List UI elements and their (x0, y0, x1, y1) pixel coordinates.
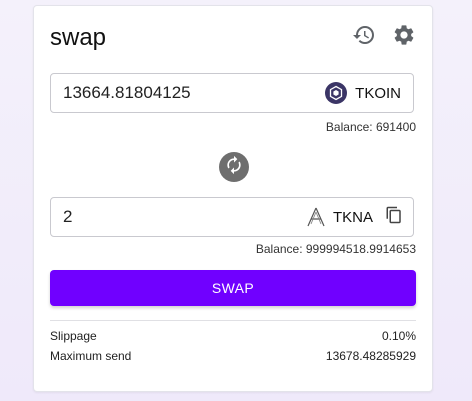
copy-button[interactable] (385, 206, 403, 229)
divider (50, 320, 416, 321)
history-button[interactable] (352, 25, 376, 49)
copy-icon (385, 206, 403, 229)
swap-button[interactable]: SWAP (50, 270, 416, 306)
swap-card: swap TKOIN Balance: 69 (33, 5, 433, 392)
history-icon (352, 23, 376, 52)
to-balance: Balance: 999994518.9914653 (255, 242, 416, 256)
maximum-send-value: 13678.48285929 (325, 349, 416, 363)
gear-icon (392, 23, 416, 52)
tkna-logo-icon (307, 207, 325, 227)
from-token-selector[interactable]: TKOIN (325, 74, 401, 112)
settings-button[interactable] (392, 23, 416, 52)
to-token-symbol: TKNA (332, 208, 373, 226)
slippage-row: Slippage 0.10% (50, 329, 416, 343)
page-title: swap (50, 24, 107, 51)
slippage-value: 0.10% (381, 329, 416, 343)
slippage-label: Slippage (50, 329, 97, 343)
from-token-symbol: TKOIN (355, 84, 401, 102)
to-amount-field: TKNA (50, 197, 414, 237)
to-amount-input[interactable] (63, 198, 293, 236)
swap-arrows-icon (224, 155, 244, 180)
swap-direction-button[interactable] (219, 152, 249, 182)
tkoin-logo-icon (325, 82, 348, 104)
maximum-send-row: Maximum send 13678.48285929 (50, 349, 416, 363)
to-token-selector[interactable]: TKNA (307, 198, 373, 236)
from-amount-field: TKOIN (50, 73, 414, 113)
from-amount-input[interactable] (63, 74, 293, 112)
from-balance: Balance: 691400 (325, 120, 416, 134)
maximum-send-label: Maximum send (50, 349, 132, 363)
